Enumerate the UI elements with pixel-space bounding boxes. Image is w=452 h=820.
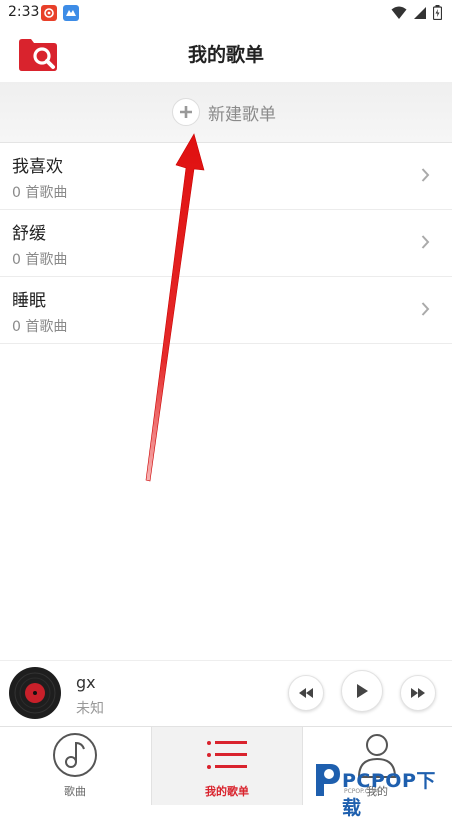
music-note-icon: [53, 733, 97, 777]
playlist-item-soothing[interactable]: 舒缓 0 首歌曲: [0, 210, 452, 277]
previous-button[interactable]: [288, 675, 324, 711]
page-title: 我的歌单: [187, 44, 264, 66]
playlist-item-sleep[interactable]: 睡眠 0 首歌曲: [0, 277, 452, 344]
notification-app-icon: [41, 5, 57, 21]
chevron-right-icon: [421, 302, 430, 316]
list-icon: [207, 741, 247, 769]
status-bar: 2:33: [0, 0, 452, 26]
playlist-name: 舒缓: [12, 224, 46, 244]
playlist-count: 0 首歌曲: [12, 252, 68, 268]
status-time: 2:33: [8, 4, 40, 20]
next-button[interactable]: [400, 675, 436, 711]
wifi-icon: [391, 6, 407, 19]
playlist-count: 0 首歌曲: [12, 185, 68, 201]
playlist-item-favorites[interactable]: 我喜欢 0 首歌曲: [0, 143, 452, 210]
song-title: gx: [76, 673, 96, 692]
tab-label: 歌曲: [64, 785, 86, 798]
album-disc[interactable]: [9, 667, 61, 719]
playlist-list: 我喜欢 0 首歌曲 舒缓 0 首歌曲 睡眠 0 首歌曲: [0, 143, 452, 344]
new-playlist-label: 新建歌单: [208, 104, 276, 125]
playlist-name: 睡眠: [12, 291, 46, 311]
tab-playlists[interactable]: 我的歌单: [151, 727, 303, 805]
app-header: 我的歌单: [0, 26, 452, 82]
watermark-subtext: PCPOP.COM: [344, 788, 379, 795]
playlist-count: 0 首歌曲: [12, 319, 68, 335]
signal-icon: [414, 6, 426, 19]
plus-circle-icon: [172, 98, 200, 126]
watermark: PCPOP下载 PCPOP.COM: [310, 760, 452, 819]
pcpop-logo-icon: [316, 764, 340, 796]
song-artist: 未知: [76, 701, 104, 717]
play-button[interactable]: [341, 670, 383, 712]
new-playlist-button[interactable]: 新建歌单: [0, 82, 452, 143]
chevron-right-icon: [421, 235, 430, 249]
battery-icon: [433, 5, 442, 20]
chevron-right-icon: [421, 168, 430, 182]
now-playing-bar[interactable]: gx 未知: [0, 660, 452, 727]
tab-songs[interactable]: 歌曲: [0, 727, 150, 805]
tab-label: 我的歌单: [205, 785, 249, 798]
fast-forward-icon: [411, 688, 425, 698]
rewind-icon: [299, 688, 313, 698]
playlist-name: 我喜欢: [12, 157, 63, 177]
play-icon: [357, 684, 368, 698]
game-app-icon: [63, 5, 79, 21]
